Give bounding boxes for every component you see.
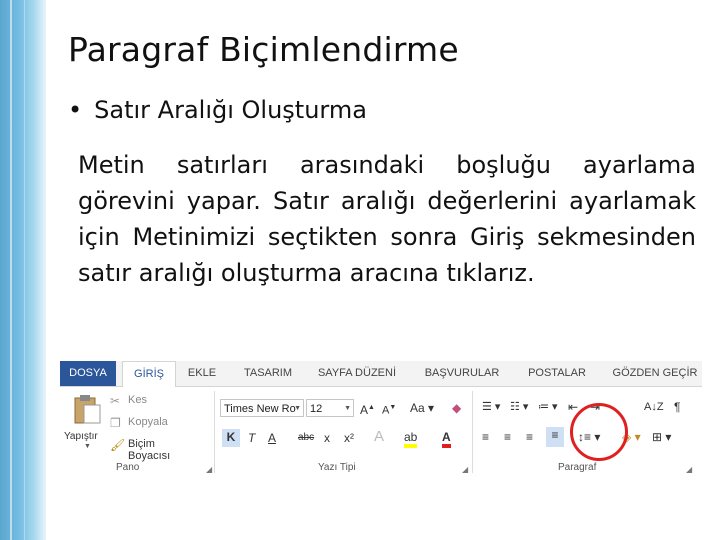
bold-button[interactable]: K: [222, 429, 240, 447]
tab-references[interactable]: BAŞVURULAR: [420, 361, 504, 386]
font-name-select[interactable]: Times New Ro ▼: [220, 399, 304, 417]
tab-page-layout[interactable]: SAYFA DÜZENİ: [312, 361, 402, 386]
strikethrough-button[interactable]: abc: [298, 430, 314, 446]
highlight-circle: [570, 403, 628, 461]
dialog-launcher-icon[interactable]: ◢: [206, 465, 212, 474]
dialog-launcher-icon[interactable]: ◢: [462, 465, 468, 474]
font-group-label: Yazı Tipi: [318, 462, 356, 473]
show-formatting-icon[interactable]: ¶: [674, 399, 680, 415]
tab-file[interactable]: DOSYA: [60, 361, 116, 386]
chevron-down-icon: ▼: [294, 405, 301, 412]
bullet-dot-icon: •: [68, 96, 83, 124]
grow-font-icon[interactable]: A▲: [360, 400, 375, 418]
font-name-value: Times New Ro: [224, 403, 296, 415]
cut-label: Kes: [128, 394, 147, 406]
highlight-icon[interactable]: ab: [404, 429, 418, 448]
paintbrush-icon: 🖌: [110, 438, 126, 452]
clear-formatting-icon[interactable]: ◆: [452, 400, 461, 416]
align-right-icon[interactable]: ≡: [526, 429, 533, 445]
clipboard-icon: [74, 395, 101, 424]
group-separator: [472, 391, 473, 473]
paragraph-group-label: Paragraf: [558, 462, 597, 473]
underline-button[interactable]: A: [268, 430, 276, 446]
dialog-launcher-icon[interactable]: ◢: [686, 465, 692, 474]
tab-insert[interactable]: EKLE: [180, 361, 224, 386]
borders-icon[interactable]: ⊞ ▾: [652, 429, 671, 445]
scissors-icon: ✂: [110, 394, 121, 408]
chevron-down-icon: ▼: [344, 405, 351, 412]
copy-icon: ❐: [110, 416, 121, 430]
tab-home[interactable]: GİRİŞ: [122, 361, 176, 388]
align-center-icon[interactable]: ≡: [504, 429, 511, 445]
slide-left-decoration: [0, 0, 46, 540]
clipboard-group-label: Pano: [116, 462, 140, 473]
multilevel-list-icon[interactable]: ≔ ▾: [538, 399, 558, 415]
ribbon-tab-bar: DOSYA GİRİŞ EKLE TASARIM SAYFA DÜZENİ BA…: [60, 361, 702, 388]
italic-button[interactable]: T: [248, 430, 255, 446]
superscript-button[interactable]: x²: [344, 430, 354, 446]
slide-body-text: Metin satırları arasındaki boşluğu ayarl…: [78, 151, 696, 287]
justify-icon[interactable]: ≡: [546, 427, 564, 447]
slide-bullet: • Satır Aralığı Oluşturma: [68, 96, 367, 124]
numbering-icon[interactable]: ☷ ▾: [510, 399, 528, 415]
subscript-button[interactable]: x: [324, 430, 330, 446]
chevron-down-icon: ▼: [84, 443, 91, 450]
copy-label: Kopyala: [128, 416, 168, 428]
align-left-icon[interactable]: ≡: [482, 429, 489, 445]
bullet-text: Satır Aralığı Oluşturma: [94, 96, 367, 124]
group-separator: [214, 391, 215, 473]
bullets-icon[interactable]: ☰ ▾: [482, 399, 500, 415]
tab-design[interactable]: TASARIM: [236, 361, 300, 386]
paste-button[interactable]: Yapıştır ▼: [64, 391, 108, 451]
font-size-value: 12: [310, 403, 323, 415]
shrink-font-icon[interactable]: A▼: [382, 400, 396, 419]
decor-stripe: [10, 0, 12, 540]
decor-stripe: [24, 0, 25, 540]
tab-review[interactable]: GÖZDEN GEÇİR: [610, 361, 700, 386]
tab-mailings[interactable]: POSTALAR: [520, 361, 594, 386]
format-painter-label: Biçim Boyacısı: [128, 438, 171, 462]
change-case-icon[interactable]: Aa ▾: [410, 400, 434, 416]
font-color-icon[interactable]: A: [442, 429, 451, 448]
font-size-select[interactable]: 12 ▼: [306, 399, 354, 417]
paste-label: Yapıştır: [64, 431, 98, 442]
sort-icon[interactable]: A↓Z: [644, 399, 664, 415]
text-effects-icon[interactable]: A: [374, 429, 384, 445]
slide-title: Paragraf Biçimlendirme: [68, 30, 459, 69]
